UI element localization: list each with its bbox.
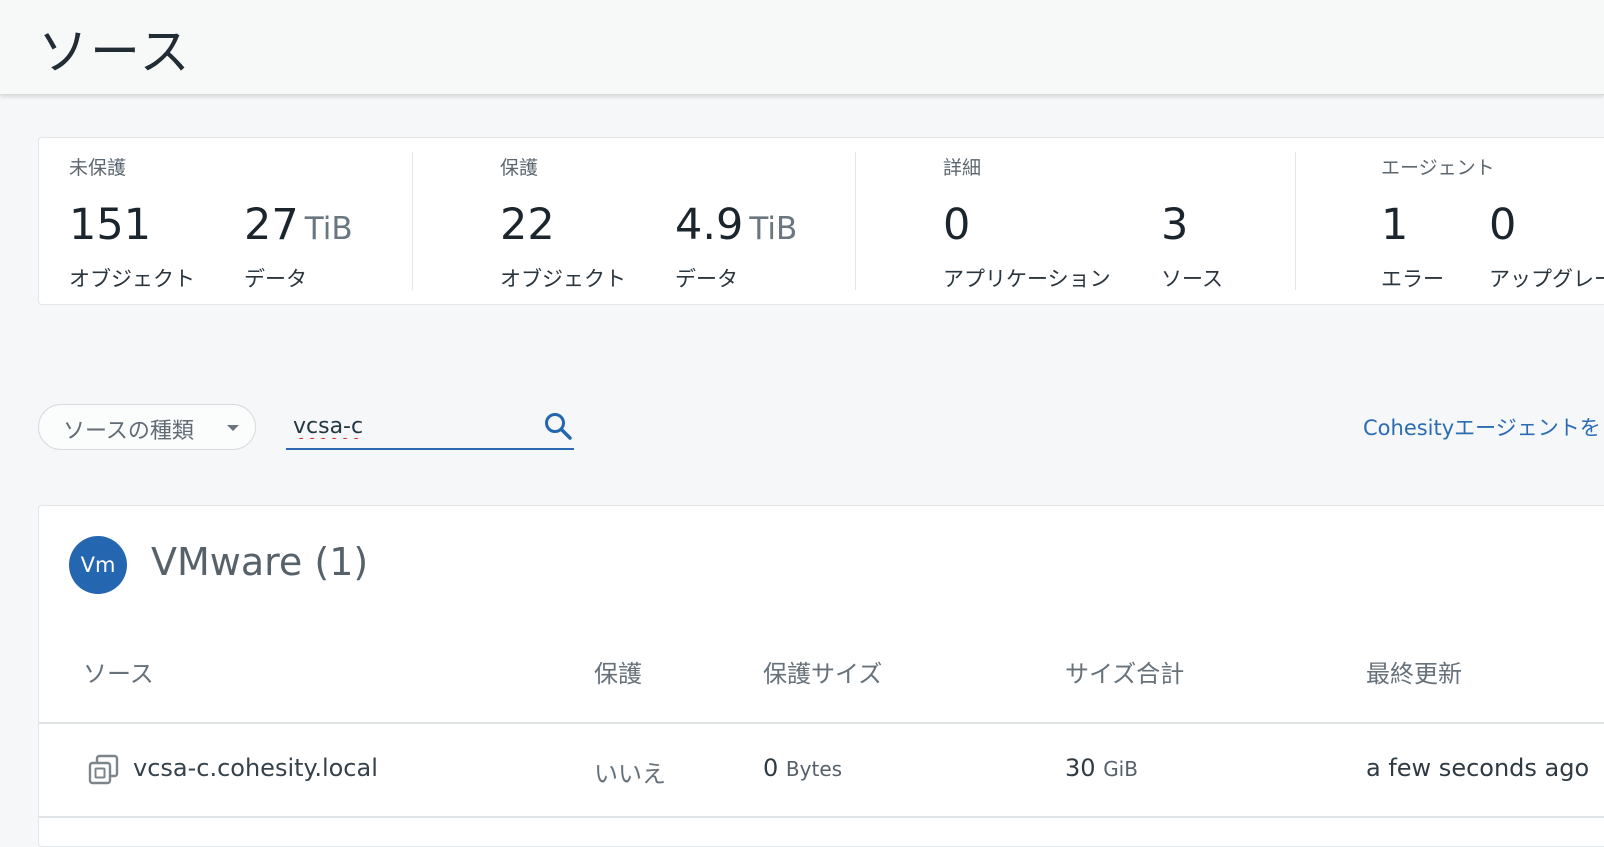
- search-input[interactable]: [291, 408, 525, 444]
- stat-label: エラー: [1381, 267, 1444, 291]
- column-header-source[interactable]: ソース: [83, 654, 154, 689]
- stat-divider: [855, 152, 856, 290]
- stat-metric: 151: [69, 200, 151, 250]
- total-size-value: 30: [1065, 754, 1096, 782]
- stat-value: 3: [1161, 200, 1189, 250]
- stat-group-agents: エージェント 1 エラー 0 アップグレー: [1381, 138, 1604, 304]
- stat-value: 22: [500, 200, 555, 250]
- protected-size-unit: Bytes: [785, 757, 843, 781]
- stat-metric: 27 TiB: [244, 200, 353, 250]
- column-header-total-size[interactable]: サイズ合計: [1065, 654, 1184, 689]
- column-header-protected[interactable]: 保護: [594, 654, 642, 689]
- stat-group-label: 保護: [500, 157, 539, 179]
- total-size-unit: GiB: [1103, 757, 1138, 781]
- stat-value: 1: [1381, 200, 1409, 250]
- group-title: VMware (1): [151, 540, 369, 584]
- stat-divider: [412, 152, 413, 290]
- last-updated: a few seconds ago: [1366, 754, 1590, 782]
- stat-value: 27: [244, 200, 299, 250]
- cohesity-agent-link[interactable]: Cohesityエージェントを: [1363, 412, 1601, 442]
- stat-metric: 3: [1161, 200, 1188, 250]
- stat-unit: TiB: [304, 211, 353, 247]
- stat-label: アップグレー: [1489, 267, 1604, 291]
- protected-status: いいえ: [594, 760, 666, 788]
- stat-group-label: 未保護: [69, 157, 127, 179]
- source-type-filter-label: ソースの種類: [63, 419, 194, 444]
- table-row[interactable]: vcsa-c.cohesity.local いいえ 0 Bytes 30 GiB…: [39, 724, 1604, 818]
- page-title: ソース: [38, 23, 192, 81]
- page-header: ソース: [0, 0, 1604, 95]
- stat-value: 151: [69, 200, 152, 250]
- vm-source-icon: [88, 754, 119, 785]
- stat-label: データ: [675, 267, 738, 291]
- source-name[interactable]: vcsa-c.cohesity.local: [133, 754, 378, 782]
- vmware-avatar: Vm: [69, 536, 127, 594]
- stat-group-unprotected: 未保護 151 オブジェクト 27 TiB データ: [69, 138, 399, 304]
- search-field: [286, 404, 574, 450]
- stat-label: アプリケーション: [943, 267, 1111, 291]
- stat-metric: 0: [943, 200, 970, 250]
- stat-value: 0: [943, 200, 971, 250]
- stat-group-details: 詳細 0 アプリケーション 3 ソース: [943, 138, 1273, 304]
- stat-label: ソース: [1161, 267, 1223, 291]
- protected-size: 0 Bytes: [763, 754, 842, 782]
- stat-label: オブジェクト: [500, 267, 626, 291]
- stat-metric: 0: [1489, 200, 1516, 250]
- source-type-filter[interactable]: ソースの種類: [38, 404, 256, 450]
- stat-metric: 1: [1381, 200, 1408, 250]
- stat-group-protected: 保護 22 オブジェクト 4.9 TiB データ: [500, 138, 830, 304]
- stat-unit: TiB: [749, 211, 798, 247]
- stats-summary-card: 未保護 151 オブジェクト 27 TiB データ 保護 22 オブジェクト 4.…: [38, 137, 1604, 305]
- stat-value: 4.9: [675, 200, 744, 250]
- total-size: 30 GiB: [1065, 754, 1138, 782]
- chevron-down-icon: [227, 425, 239, 431]
- stat-metric: 22: [500, 200, 555, 250]
- stat-group-label: エージェント: [1381, 157, 1495, 179]
- stat-label: データ: [244, 267, 307, 291]
- search-icon[interactable]: [542, 410, 574, 442]
- stat-metric: 4.9 TiB: [675, 200, 797, 250]
- column-header-last-updated[interactable]: 最終更新: [1366, 654, 1462, 689]
- results-card: Vm VMware (1) ソース 保護 保護サイズ サイズ合計 最終更新 vc…: [38, 505, 1604, 847]
- stat-value: 0: [1489, 200, 1517, 250]
- stat-group-label: 詳細: [943, 157, 982, 179]
- stat-label: オブジェクト: [69, 267, 195, 291]
- column-header-protected-size[interactable]: 保護サイズ: [763, 654, 882, 689]
- protected-size-value: 0: [763, 754, 779, 782]
- stat-divider: [1295, 152, 1296, 290]
